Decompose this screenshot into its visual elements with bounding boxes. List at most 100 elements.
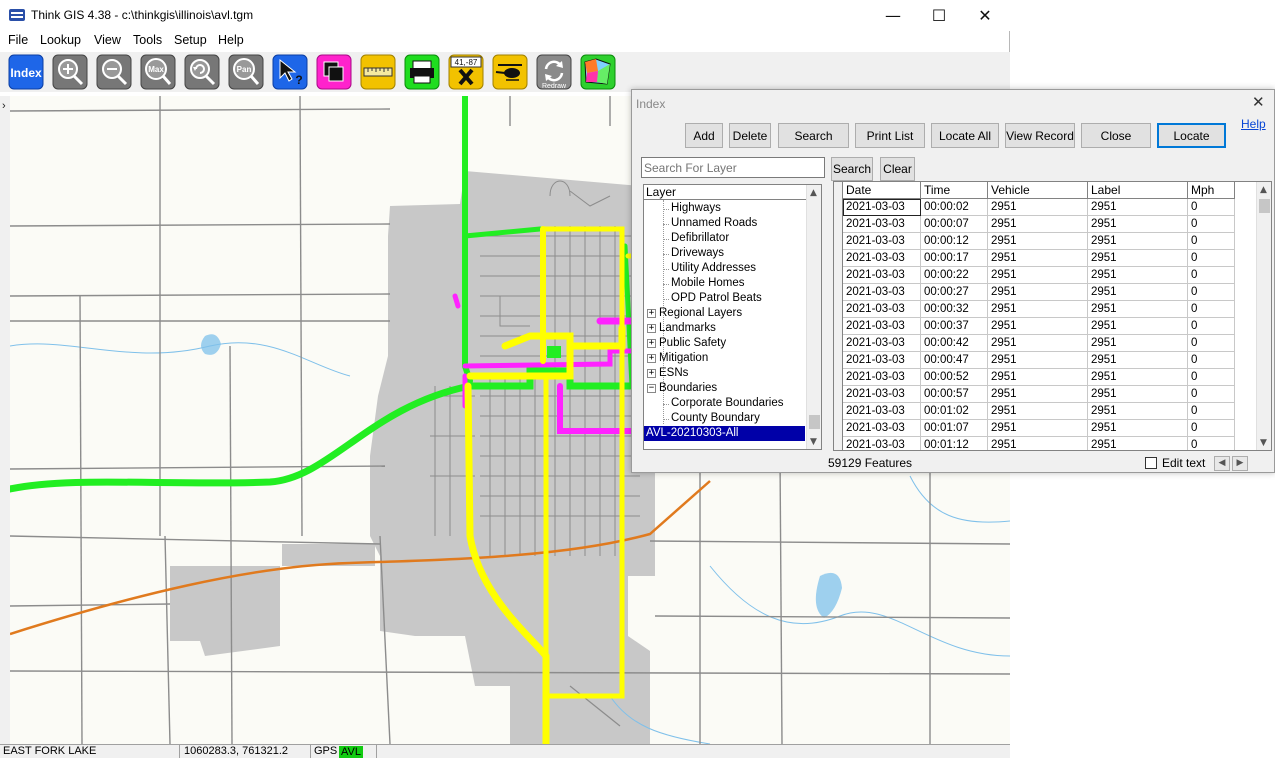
cell-mph[interactable]: 0 bbox=[1188, 403, 1235, 420]
redraw-icon[interactable]: Redraw bbox=[536, 54, 572, 90]
cell-label[interactable]: 2951 bbox=[1088, 216, 1188, 233]
cell-date[interactable]: 2021-03-03 bbox=[843, 386, 921, 403]
cell-vehicle[interactable]: 2951 bbox=[988, 284, 1088, 301]
layer-item[interactable]: Corporate Boundaries bbox=[671, 396, 784, 411]
table-row[interactable]: 2021-03-03 00:00:27 2951 2951 0 bbox=[834, 284, 1247, 301]
cell-vehicle[interactable]: 2951 bbox=[988, 403, 1088, 420]
cell-date[interactable]: 2021-03-03 bbox=[843, 301, 921, 318]
identify-icon[interactable]: ? bbox=[272, 54, 308, 90]
table-row[interactable]: 2021-03-03 00:00:22 2951 2951 0 bbox=[834, 267, 1247, 284]
cell-date[interactable]: 2021-03-03 bbox=[843, 352, 921, 369]
layer-search-input[interactable] bbox=[641, 157, 825, 178]
measure-ruler-icon[interactable] bbox=[360, 54, 396, 90]
cell-mph[interactable]: 0 bbox=[1188, 233, 1235, 250]
close-icon[interactable]: ✕ bbox=[962, 0, 1008, 31]
scroll-up-icon[interactable]: ▲ bbox=[810, 188, 817, 198]
layer-item[interactable]: AVL-20210303-All bbox=[644, 426, 805, 441]
cell-label[interactable]: 2951 bbox=[1088, 420, 1188, 437]
cell-time[interactable]: 00:00:42 bbox=[921, 335, 988, 352]
cell-time[interactable]: 00:00:22 bbox=[921, 267, 988, 284]
menu-help[interactable]: Help bbox=[218, 33, 244, 47]
cell-date[interactable]: 2021-03-03 bbox=[843, 216, 921, 233]
print-icon[interactable] bbox=[404, 54, 440, 90]
zoom-previous-icon[interactable] bbox=[184, 54, 220, 90]
cell-label[interactable]: 2951 bbox=[1088, 403, 1188, 420]
scroll-thumb[interactable] bbox=[809, 415, 820, 429]
cell-mph[interactable]: 0 bbox=[1188, 437, 1235, 450]
locate-all-button[interactable]: Locate All bbox=[931, 123, 999, 148]
cell-mph[interactable]: 0 bbox=[1188, 250, 1235, 267]
records-grid[interactable]: Date Time Vehicle Label Mph 2021-03-03 00:00:0… bbox=[833, 181, 1272, 451]
cell-vehicle[interactable]: 2951 bbox=[988, 369, 1088, 386]
layer-item[interactable]: Defibrillator bbox=[671, 231, 729, 246]
cell-date[interactable]: 2021-03-03 bbox=[843, 250, 921, 267]
layer-tree[interactable]: Layer Highways Unnamed Roads Defibrillator… bbox=[643, 184, 822, 450]
collapse-icon[interactable]: − bbox=[647, 384, 656, 393]
cell-label[interactable]: 2951 bbox=[1088, 318, 1188, 335]
cell-label[interactable]: 2951 bbox=[1088, 386, 1188, 403]
cell-vehicle[interactable]: 2951 bbox=[988, 267, 1088, 284]
cell-label[interactable]: 2951 bbox=[1088, 437, 1188, 450]
table-row[interactable]: 2021-03-03 00:00:42 2951 2951 0 bbox=[834, 335, 1247, 352]
cell-label[interactable]: 2951 bbox=[1088, 233, 1188, 250]
layer-item[interactable]: Public Safety bbox=[659, 336, 726, 351]
cell-vehicle[interactable]: 2951 bbox=[988, 301, 1088, 318]
table-row[interactable]: 2021-03-03 00:00:02 2951 2951 0 bbox=[834, 199, 1247, 216]
cell-mph[interactable]: 0 bbox=[1188, 284, 1235, 301]
menu-lookup[interactable]: Lookup bbox=[40, 33, 81, 47]
cell-date[interactable]: 2021-03-03 bbox=[843, 284, 921, 301]
menu-file[interactable]: File bbox=[8, 33, 28, 47]
zoom-in-icon[interactable] bbox=[52, 54, 88, 90]
column-header-vehicle[interactable]: Vehicle bbox=[988, 182, 1088, 199]
layer-item[interactable]: Driveways bbox=[671, 246, 724, 261]
cell-date[interactable]: 2021-03-03 bbox=[843, 437, 921, 450]
cell-mph[interactable]: 0 bbox=[1188, 216, 1235, 233]
layer-item[interactable]: Boundaries bbox=[659, 381, 717, 396]
cell-time[interactable]: 00:00:12 bbox=[921, 233, 988, 250]
cell-vehicle[interactable]: 2951 bbox=[988, 352, 1088, 369]
cell-time[interactable]: 00:01:12 bbox=[921, 437, 988, 450]
table-row[interactable]: 2021-03-03 00:00:52 2951 2951 0 bbox=[834, 369, 1247, 386]
cell-vehicle[interactable]: 2951 bbox=[988, 318, 1088, 335]
expand-icon[interactable]: + bbox=[647, 324, 656, 333]
cell-time[interactable]: 00:00:02 bbox=[921, 199, 988, 216]
expand-panel-icon[interactable]: › bbox=[2, 100, 6, 112]
cell-date[interactable]: 2021-03-03 bbox=[843, 335, 921, 352]
cell-date[interactable]: 2021-03-03 bbox=[843, 267, 921, 284]
add-button[interactable]: Add bbox=[685, 123, 723, 148]
cell-label[interactable]: 2951 bbox=[1088, 267, 1188, 284]
layer-item[interactable]: County Boundary bbox=[671, 411, 760, 426]
help-link[interactable]: Help bbox=[1241, 117, 1266, 131]
table-row[interactable]: 2021-03-03 00:00:12 2951 2951 0 bbox=[834, 233, 1247, 250]
cell-time[interactable]: 00:00:32 bbox=[921, 301, 988, 318]
expand-icon[interactable]: + bbox=[647, 354, 656, 363]
zoom-max-icon[interactable]: Max bbox=[140, 54, 176, 90]
menu-setup[interactable]: Setup bbox=[174, 33, 207, 47]
scroll-down-icon[interactable]: ▼ bbox=[1260, 438, 1267, 448]
dialog-close-icon[interactable]: ✕ bbox=[1252, 93, 1265, 111]
layers-icon[interactable] bbox=[316, 54, 352, 90]
prev-arrow-icon[interactable]: ◀ bbox=[1214, 456, 1230, 471]
menu-view[interactable]: View bbox=[94, 33, 121, 47]
table-row[interactable]: 2021-03-03 00:00:57 2951 2951 0 bbox=[834, 386, 1247, 403]
cell-mph[interactable]: 0 bbox=[1188, 420, 1235, 437]
cell-time[interactable]: 00:00:07 bbox=[921, 216, 988, 233]
layer-item[interactable]: OPD Patrol Beats bbox=[671, 291, 762, 306]
layer-item[interactable]: Landmarks bbox=[659, 321, 716, 336]
table-row[interactable]: 2021-03-03 00:00:07 2951 2951 0 bbox=[834, 216, 1247, 233]
cell-date[interactable]: 2021-03-03 bbox=[843, 318, 921, 335]
expand-icon[interactable]: + bbox=[647, 309, 656, 318]
index-icon[interactable]: Index bbox=[8, 54, 44, 90]
cell-vehicle[interactable]: 2951 bbox=[988, 420, 1088, 437]
table-row[interactable]: 2021-03-03 00:00:37 2951 2951 0 bbox=[834, 318, 1247, 335]
cell-label[interactable]: 2951 bbox=[1088, 335, 1188, 352]
column-header-time[interactable]: Time bbox=[921, 182, 988, 199]
layer-item[interactable]: ESNs bbox=[659, 366, 688, 381]
cell-label[interactable]: 2951 bbox=[1088, 284, 1188, 301]
expand-icon[interactable]: + bbox=[647, 369, 656, 378]
next-arrow-icon[interactable]: ▶ bbox=[1232, 456, 1248, 471]
table-row[interactable]: 2021-03-03 00:01:07 2951 2951 0 bbox=[834, 420, 1247, 437]
helicopter-icon[interactable] bbox=[492, 54, 528, 90]
cell-vehicle[interactable]: 2951 bbox=[988, 250, 1088, 267]
column-header-mph[interactable]: Mph bbox=[1188, 182, 1235, 199]
